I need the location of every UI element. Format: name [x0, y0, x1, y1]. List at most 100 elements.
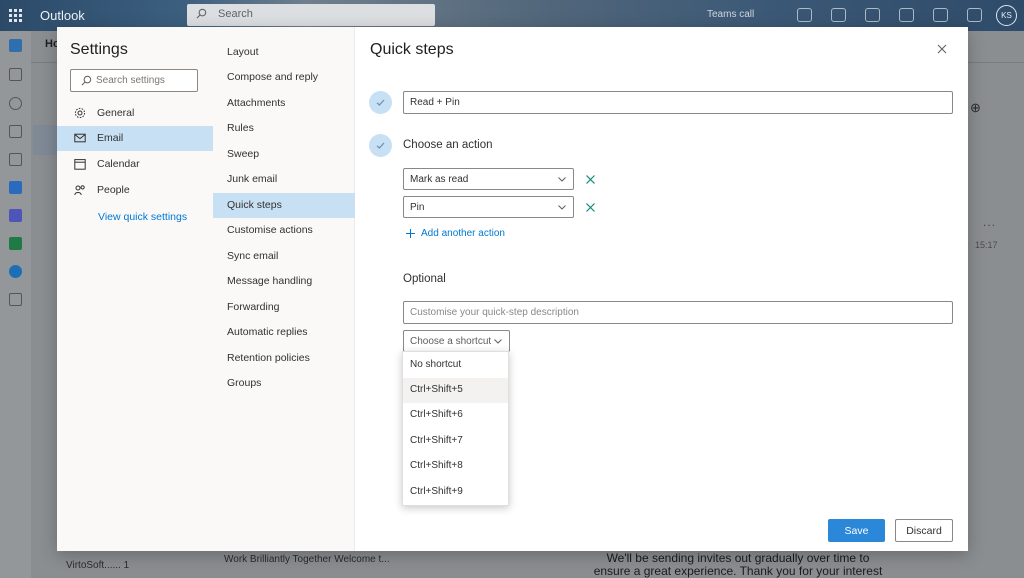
action-dropdown-value: Pin — [410, 202, 425, 213]
meet-now-icon[interactable] — [797, 8, 812, 22]
tips-icon[interactable] — [967, 8, 982, 22]
more-options-icon[interactable]: ... — [983, 215, 996, 229]
people-app-icon[interactable] — [9, 97, 22, 110]
optional-label: Optional — [403, 273, 446, 285]
action-dropdown-value: Mark as read — [410, 174, 469, 185]
category-calendar[interactable]: Calendar — [57, 152, 213, 177]
notifications-icon[interactable] — [899, 8, 914, 22]
plus-icon — [406, 229, 415, 238]
shortcut-option-label: Ctrl+Shift+6 — [410, 409, 463, 420]
add-another-action-label: Add another action — [421, 228, 505, 239]
subcategory-automatic-replies[interactable]: Automatic replies — [213, 320, 355, 345]
category-general[interactable]: General — [57, 101, 213, 126]
teams-app-icon[interactable] — [9, 209, 22, 222]
subcategory-customise-actions[interactable]: Customise actions — [213, 218, 355, 243]
subcategory-label: Compose and reply — [227, 71, 319, 83]
avatar[interactable]: KS — [996, 5, 1017, 26]
category-people[interactable]: People — [57, 178, 213, 203]
mail-icon — [74, 133, 86, 143]
subcategory-message-handling[interactable]: Message handling — [213, 269, 355, 294]
choose-action-label: Choose an action — [403, 139, 493, 151]
app-launcher-button[interactable] — [0, 0, 31, 31]
subcategory-sweep[interactable]: Sweep — [213, 142, 355, 167]
more-apps-icon[interactable] — [9, 293, 22, 306]
app-name: Outlook — [40, 8, 85, 23]
subcategory-label: Sync email — [227, 250, 279, 262]
my-day-icon[interactable] — [865, 8, 880, 22]
subcategory-label: Customise actions — [227, 224, 313, 236]
calendar-app-icon[interactable] — [9, 68, 22, 81]
category-calendar-label: Calendar — [97, 158, 140, 170]
todo-app-icon[interactable] — [9, 181, 22, 194]
global-search-placeholder: Search — [218, 8, 253, 20]
chevron-down-icon — [494, 339, 502, 344]
description-field[interactable] — [403, 301, 953, 324]
checkmark-icon — [376, 99, 385, 106]
subcategory-rules[interactable]: Rules — [213, 116, 355, 141]
groups-app-icon[interactable] — [9, 125, 22, 138]
description-input[interactable] — [404, 302, 952, 323]
global-search-box[interactable]: Search — [187, 4, 435, 26]
step-complete-indicator — [369, 91, 392, 114]
search-icon — [81, 75, 92, 86]
shortcut-option[interactable]: Ctrl+Shift+8 — [403, 454, 508, 479]
shortcut-option[interactable]: Ctrl+Shift+5 — [403, 378, 508, 403]
shortcut-option[interactable]: Ctrl+Shift+7 — [403, 429, 508, 454]
step-complete-indicator — [369, 134, 392, 157]
action-dropdown-2[interactable]: Pin — [403, 196, 574, 218]
attach-app-icon[interactable] — [9, 153, 22, 166]
settings-title: Settings — [70, 41, 128, 58]
shortcut-option[interactable]: Ctrl+Shift+9 — [403, 480, 508, 505]
mail-app-icon[interactable] — [9, 39, 22, 52]
subcategory-label: Automatic replies — [227, 326, 308, 338]
zoom-icon[interactable]: ⊕ — [970, 100, 981, 116]
subcategory-retention-policies[interactable]: Retention policies — [213, 346, 355, 371]
shortcut-option-label: No shortcut — [410, 359, 462, 370]
subcategory-label: Forwarding — [227, 301, 280, 313]
view-quick-settings-link[interactable]: View quick settings — [98, 211, 187, 223]
settings-gear-icon[interactable] — [933, 8, 948, 22]
shortcut-dropdown[interactable]: Choose a shortcut — [403, 330, 510, 352]
shortcut-dropdown-placeholder: Choose a shortcut — [410, 336, 492, 347]
selected-folder-highlight — [33, 125, 59, 155]
quick-steps-panel: Quick steps Choose an action Mark as rea… — [355, 27, 968, 551]
teams-call-button[interactable]: Teams call — [707, 9, 754, 20]
onenote-icon[interactable] — [831, 8, 846, 22]
shortcut-option[interactable]: No shortcut — [403, 353, 508, 378]
people-icon — [74, 185, 85, 196]
close-icon[interactable] — [935, 42, 949, 56]
action-dropdown-1[interactable]: Mark as read — [403, 168, 574, 190]
subcategory-compose-and-reply[interactable]: Compose and reply — [213, 65, 355, 90]
subcategory-groups[interactable]: Groups — [213, 371, 355, 396]
header-icons — [797, 8, 982, 22]
settings-search-input[interactable] — [96, 73, 192, 88]
calendar-icon — [74, 159, 86, 170]
settings-dialog: Settings General Email Calendar People V… — [57, 27, 968, 551]
excel-app-icon[interactable] — [9, 237, 22, 250]
remove-action-icon[interactable] — [585, 202, 596, 213]
settings-categories-pane: Settings General Email Calendar People V… — [57, 27, 213, 551]
save-button[interactable]: Save — [828, 519, 885, 542]
subcategory-junk-email[interactable]: Junk email — [213, 167, 355, 192]
quick-step-name-field[interactable] — [403, 91, 953, 114]
subcategory-quick-steps[interactable]: Quick steps — [213, 193, 355, 218]
subcategory-layout[interactable]: Layout — [213, 40, 355, 65]
category-email[interactable]: Email — [57, 126, 213, 151]
shortcut-option[interactable]: Ctrl+Shift+6 — [403, 403, 508, 428]
subcategory-label: Groups — [227, 377, 262, 389]
shortcut-menu: No shortcut Ctrl+Shift+5 Ctrl+Shift+6 Ct… — [402, 351, 509, 506]
message-sender[interactable]: VirtoSoft...... 1 — [66, 560, 129, 571]
subcategory-label: Layout — [227, 46, 259, 58]
subcategory-forwarding[interactable]: Forwarding — [213, 295, 355, 320]
waffle-icon — [9, 9, 22, 22]
discard-button[interactable]: Discard — [895, 519, 953, 542]
quick-step-name-input[interactable] — [404, 92, 952, 113]
subcategory-attachments[interactable]: Attachments — [213, 91, 355, 116]
message-subject[interactable]: Work Brilliantly Together Welcome t... — [224, 554, 390, 565]
onedrive-app-icon[interactable] — [9, 265, 22, 278]
subcategory-sync-email[interactable]: Sync email — [213, 244, 355, 269]
remove-action-icon[interactable] — [585, 174, 596, 185]
message-time: 15:17 — [975, 240, 998, 250]
category-email-label: Email — [97, 132, 124, 144]
settings-search-box[interactable] — [70, 69, 198, 92]
